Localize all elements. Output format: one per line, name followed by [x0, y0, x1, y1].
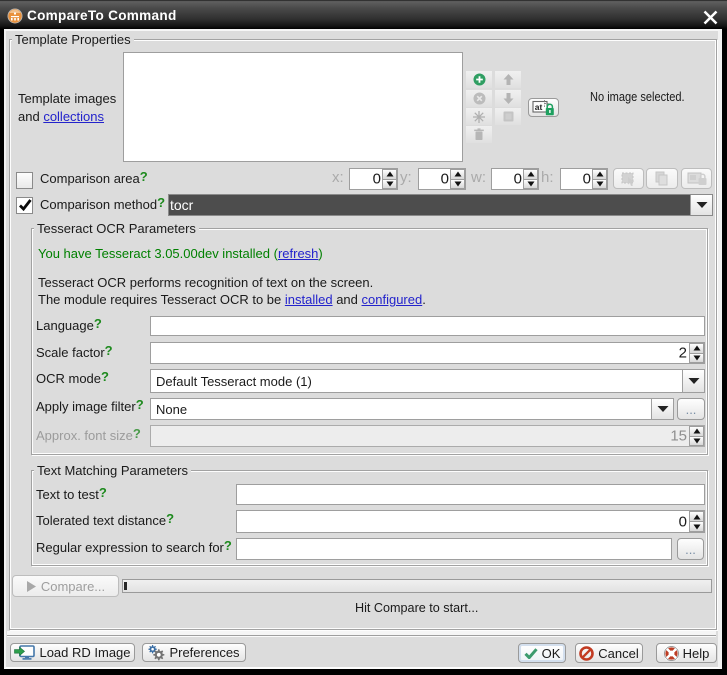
svg-text:at: at: [535, 102, 543, 112]
